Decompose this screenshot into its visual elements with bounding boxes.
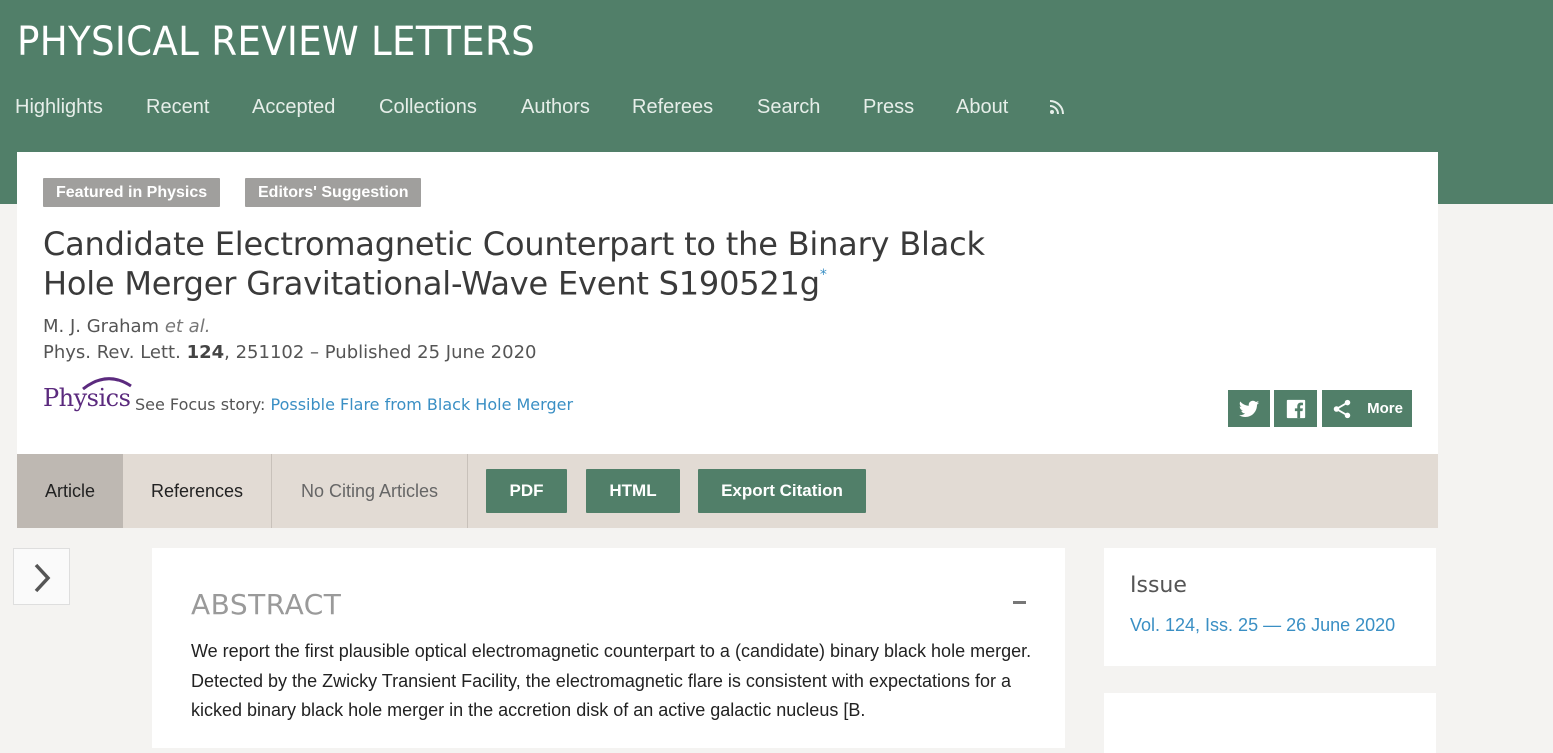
more-label: More bbox=[1367, 400, 1403, 417]
nav-collections[interactable]: Collections bbox=[379, 96, 477, 119]
authors: M. J. Graham et al. bbox=[43, 316, 210, 337]
nav-recent[interactable]: Recent bbox=[146, 96, 209, 119]
focus-story-link[interactable]: Possible Flare from Black Hole Merger bbox=[270, 395, 573, 414]
focus-label: See Focus story: bbox=[135, 395, 266, 414]
focus-story: See Focus story: Possible Flare from Bla… bbox=[135, 395, 573, 414]
nav-press[interactable]: Press bbox=[863, 96, 914, 119]
sidebar-box bbox=[1104, 693, 1436, 753]
more-share-button[interactable]: More bbox=[1322, 390, 1412, 427]
pdf-button[interactable]: PDF bbox=[486, 469, 567, 513]
export-citation-button[interactable]: Export Citation bbox=[698, 469, 866, 513]
tab-citing-articles[interactable]: No Citing Articles bbox=[272, 454, 468, 528]
citation-volume: 124 bbox=[186, 342, 225, 363]
nav-highlights[interactable]: Highlights bbox=[15, 96, 103, 119]
issue-box: Issue Vol. 124, Iss. 25 — 26 June 2020 bbox=[1104, 548, 1436, 666]
badge-editors-suggestion[interactable]: Editors' Suggestion bbox=[245, 178, 422, 207]
abstract-heading: ABSTRACT bbox=[191, 588, 342, 621]
issue-label: Issue bbox=[1130, 573, 1187, 598]
et-al: et al. bbox=[164, 316, 211, 337]
journal-title[interactable]: PHYSICAL REVIEW LETTERS bbox=[17, 19, 535, 65]
author-name[interactable]: M. J. Graham bbox=[43, 316, 159, 337]
rss-icon[interactable] bbox=[1050, 100, 1064, 114]
article-title: Candidate Electromagnetic Counterpart to… bbox=[43, 227, 1063, 302]
article-title-text: Candidate Electromagnetic Counterpart to… bbox=[43, 225, 985, 303]
collapse-button[interactable] bbox=[1013, 601, 1026, 604]
nav-search[interactable]: Search bbox=[757, 96, 820, 119]
nav-referees[interactable]: Referees bbox=[632, 96, 713, 119]
share-icon bbox=[1333, 399, 1351, 418]
html-button[interactable]: HTML bbox=[586, 469, 680, 513]
citation-line: Phys. Rev. Lett. 124, 251102 – Published… bbox=[43, 342, 537, 363]
nav-accepted[interactable]: Accepted bbox=[252, 96, 335, 119]
twitter-icon bbox=[1238, 400, 1260, 417]
facebook-icon bbox=[1286, 399, 1305, 418]
abstract-section: ABSTRACT We report the first plausible o… bbox=[152, 548, 1065, 748]
citation-journal: Phys. Rev. Lett. bbox=[43, 342, 181, 363]
abstract-text: We report the first plausible optical el… bbox=[191, 641, 1032, 720]
citation-rest: , 251102 – Published 25 June 2020 bbox=[224, 342, 537, 363]
nav-authors[interactable]: Authors bbox=[521, 96, 590, 119]
article-tab-bar: Article References No Citing Articles PD… bbox=[17, 454, 1438, 528]
physics-arc-icon bbox=[82, 377, 132, 390]
chevron-right-icon bbox=[34, 563, 51, 593]
twitter-share-button[interactable] bbox=[1228, 390, 1270, 427]
issue-link[interactable]: Vol. 124, Iss. 25 — 26 June 2020 bbox=[1130, 615, 1395, 636]
badge-featured[interactable]: Featured in Physics bbox=[43, 178, 221, 207]
article-header-card: Featured in Physics Editors' Suggestion … bbox=[17, 152, 1438, 454]
physics-logo[interactable]: Physics bbox=[43, 377, 132, 412]
tab-references[interactable]: References bbox=[123, 454, 272, 528]
title-footnote-marker[interactable]: * bbox=[820, 267, 827, 283]
sidebar-toggle-button[interactable] bbox=[13, 548, 70, 605]
tab-article[interactable]: Article bbox=[17, 454, 123, 528]
nav-about[interactable]: About bbox=[956, 96, 1008, 119]
facebook-share-button[interactable] bbox=[1274, 390, 1317, 427]
